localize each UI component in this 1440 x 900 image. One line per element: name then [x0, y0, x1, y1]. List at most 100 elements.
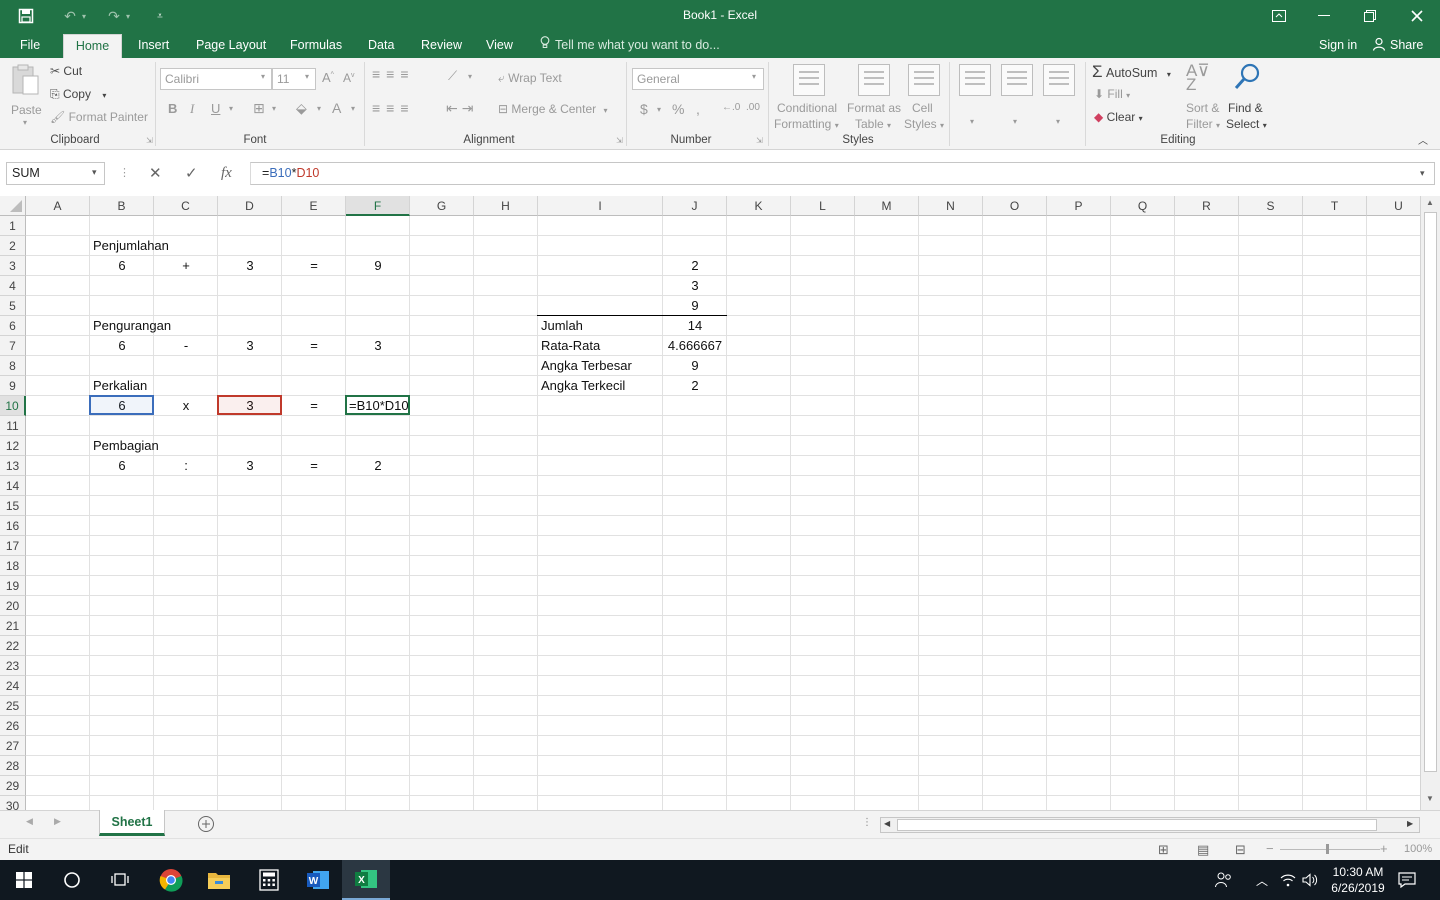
borders-icon[interactable]: ⊞ — [253, 100, 265, 117]
row-header-28[interactable]: 28 — [0, 756, 26, 776]
tell-me-box[interactable]: Tell me what you want to do... — [540, 32, 720, 58]
autosum-button[interactable]: Σ AutoSum ▾ — [1092, 62, 1171, 82]
excel-taskbar-icon[interactable]: X — [342, 860, 390, 900]
file-explorer-icon[interactable] — [195, 860, 243, 900]
horizontal-scrollbar[interactable]: ◀ ▶ — [880, 817, 1420, 833]
cell-j5[interactable]: 9 — [663, 296, 727, 316]
cell-f7[interactable]: 3 — [346, 336, 410, 356]
format-painter-button[interactable]: 🖌 Format Painter — [50, 110, 148, 124]
sheet-tab-sheet1[interactable]: Sheet1 — [99, 810, 165, 836]
tab-insert[interactable]: Insert — [130, 32, 177, 58]
cell-i8[interactable]: Angka Terbesar — [538, 356, 663, 376]
column-header-t[interactable]: T — [1303, 196, 1367, 216]
name-box-dropdown-icon[interactable]: ▾ — [92, 162, 104, 185]
row-header-24[interactable]: 24 — [0, 676, 26, 696]
column-header-a[interactable]: A — [26, 196, 90, 216]
next-sheet-icon[interactable]: ▶ — [54, 816, 61, 827]
merge-center-button[interactable]: ⊟ Merge & Center ▾ — [498, 102, 607, 116]
zoom-slider-thumb[interactable] — [1326, 844, 1329, 854]
tab-formulas[interactable]: Formulas — [282, 32, 350, 58]
orientation-icon[interactable]: ⟋ — [448, 68, 457, 84]
wrap-text-button[interactable]: ⤶ Wrap Text — [498, 71, 562, 86]
column-header-f[interactable]: F — [346, 196, 410, 216]
cell-j3[interactable]: 2 — [663, 256, 727, 276]
people-icon[interactable] — [1204, 860, 1244, 900]
indent-icons[interactable]: ⇤⇥ — [446, 100, 477, 117]
column-header-e[interactable]: E — [282, 196, 346, 216]
increase-decimal-icon[interactable]: ←.0 — [722, 102, 740, 113]
font-color-dropdown-icon[interactable]: ▾ — [351, 104, 355, 113]
number-format-dropdown-icon[interactable]: ▾ — [752, 72, 756, 81]
find-select-button[interactable]: Find & Select ▾ — [1226, 62, 1272, 132]
chrome-icon[interactable] — [147, 860, 195, 900]
cell-j4[interactable]: 3 — [663, 276, 727, 296]
scroll-down-icon[interactable]: ▼ — [1426, 794, 1434, 803]
cut-button[interactable]: ✂ Cut — [50, 64, 82, 78]
percent-icon[interactable]: % — [672, 101, 684, 117]
cell-b9[interactable]: Perkalian — [90, 376, 154, 396]
borders-dropdown-icon[interactable]: ▾ — [272, 104, 276, 113]
cell-c7[interactable]: - — [154, 336, 218, 356]
column-header-l[interactable]: L — [791, 196, 855, 216]
column-header-m[interactable]: M — [855, 196, 919, 216]
column-header-o[interactable]: O — [983, 196, 1047, 216]
zoom-slider-track[interactable] — [1280, 849, 1380, 850]
row-header-6[interactable]: 6 — [0, 316, 26, 336]
clipboard-launcher-icon[interactable]: ⇲ — [146, 136, 153, 145]
cortana-search-icon[interactable] — [48, 860, 96, 900]
row-header-19[interactable]: 19 — [0, 576, 26, 596]
page-break-view-icon[interactable]: ⊟ — [1235, 842, 1246, 858]
fill-color-icon[interactable]: ⬙ — [296, 100, 307, 117]
row-header-14[interactable]: 14 — [0, 476, 26, 496]
row-header-9[interactable]: 9 — [0, 376, 26, 396]
cell-d3[interactable]: 3 — [218, 256, 282, 276]
copy-button[interactable]: ⎘ Copy ▾ — [50, 87, 106, 102]
row-header-15[interactable]: 15 — [0, 496, 26, 516]
row-header-12[interactable]: 12 — [0, 436, 26, 456]
number-format-box[interactable]: General — [632, 68, 764, 90]
cell-i7[interactable]: Rata-Rata — [538, 336, 663, 356]
tab-file[interactable]: File — [12, 32, 48, 58]
bold-icon[interactable]: B — [168, 101, 177, 116]
cell-f13[interactable]: 2 — [346, 456, 410, 476]
column-header-d[interactable]: D — [218, 196, 282, 216]
vertical-scroll-thumb[interactable] — [1424, 212, 1437, 772]
cell-j7[interactable]: 4.666667 — [663, 336, 727, 356]
underline-dropdown-icon[interactable]: ▾ — [229, 104, 233, 113]
column-header-b[interactable]: B — [90, 196, 154, 216]
spreadsheet-grid[interactable]: ABCDEFGHIJKLMNOPQRSTU 1 2 3 4 5 6 7 8 9 10 11 12 13 1… — [0, 196, 1420, 810]
cell-i9[interactable]: Angka Terkecil — [538, 376, 663, 396]
task-view-icon[interactable] — [96, 860, 144, 900]
select-all-corner[interactable] — [0, 196, 26, 216]
format-cells-button[interactable]: ▾ — [1040, 62, 1082, 132]
column-header-g[interactable]: G — [410, 196, 474, 216]
row-header-11[interactable]: 11 — [0, 416, 26, 436]
formula-input[interactable]: =B10*D10 — [250, 162, 1435, 185]
row-header-3[interactable]: 3 — [0, 256, 26, 276]
row-header-23[interactable]: 23 — [0, 656, 26, 676]
new-sheet-icon[interactable] — [197, 815, 215, 836]
zoom-level[interactable]: 100% — [1404, 843, 1432, 855]
row-header-7[interactable]: 7 — [0, 336, 26, 356]
row-header-2[interactable]: 2 — [0, 236, 26, 256]
tab-home[interactable]: Home — [63, 34, 122, 58]
fill-color-dropdown-icon[interactable]: ▾ — [317, 104, 321, 113]
tab-page-layout[interactable]: Page Layout — [188, 32, 274, 58]
calculator-icon[interactable] — [245, 860, 293, 900]
row-header-26[interactable]: 26 — [0, 716, 26, 736]
sign-in-link[interactable]: Sign in — [1319, 32, 1357, 58]
cell-b3[interactable]: 6 — [90, 256, 154, 276]
cell-c10[interactable]: x — [154, 396, 218, 416]
increase-font-icon[interactable]: A^ — [322, 70, 334, 85]
name-box[interactable]: SUM — [6, 162, 105, 185]
font-name-dropdown-icon[interactable]: ▾ — [261, 72, 265, 81]
ribbon-display-icon[interactable] — [1256, 0, 1302, 32]
page-layout-view-icon[interactable]: ▤ — [1197, 842, 1209, 858]
horizontal-align-icons[interactable]: ≡≡≡ — [372, 100, 415, 116]
row-header-25[interactable]: 25 — [0, 696, 26, 716]
comma-icon[interactable]: , — [696, 101, 700, 117]
row-header-18[interactable]: 18 — [0, 556, 26, 576]
fill-button[interactable]: ⬇ Fill ▾ — [1094, 87, 1130, 101]
wifi-icon[interactable] — [1276, 860, 1300, 900]
cell-e10[interactable]: = — [282, 396, 346, 416]
